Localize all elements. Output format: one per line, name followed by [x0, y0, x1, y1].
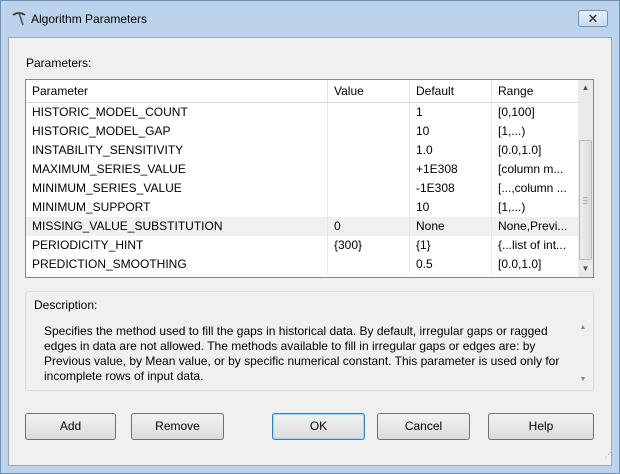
grip-icon: – – – — [583, 193, 588, 208]
value-cell[interactable]: 0 — [328, 217, 410, 236]
parameter-cell: MAXIMUM_SERIES_VALUE — [26, 160, 328, 179]
close-button[interactable]: ✕ — [578, 10, 608, 27]
value-cell[interactable]: {300} — [328, 236, 410, 255]
parameter-cell: MINIMUM_SERIES_VALUE — [26, 179, 328, 198]
value-cell[interactable] — [328, 179, 410, 198]
grid-header: Parameter Value Default Range — [26, 80, 578, 103]
scroll-up-arrow-icon[interactable]: ▲ — [578, 80, 593, 96]
parameter-cell: PREDICTION_SMOOTHING — [26, 255, 328, 274]
table-row[interactable]: PERIODICITY_HINT {300} {1} {...list of i… — [26, 236, 578, 255]
table-row-selected[interactable]: MISSING_VALUE_SUBSTITUTION 0 None None,P… — [26, 217, 578, 236]
default-cell: 1 — [410, 103, 492, 122]
column-header-range[interactable]: Range — [492, 80, 578, 102]
parameter-cell: HISTORIC_MODEL_COUNT — [26, 103, 328, 122]
table-row[interactable]: HISTORIC_MODEL_COUNT 1 [0,100] — [26, 103, 578, 122]
range-cell: {...list of int... — [498, 238, 567, 252]
value-cell[interactable] — [328, 103, 410, 122]
table-row[interactable]: MAXIMUM_SERIES_VALUE +1E308 [column m... — [26, 160, 578, 179]
description-text: Specifies the method used to fill the ga… — [44, 324, 560, 383]
default-cell: 10 — [410, 122, 492, 141]
default-cell: +1E308 — [410, 160, 492, 179]
range-cell: [0.0,1.0] — [498, 143, 542, 157]
grid-vertical-scrollbar[interactable]: ▲ – – – ▼ — [578, 80, 593, 277]
resize-grip-icon[interactable]: ⋰ — [605, 452, 615, 464]
description-scrollbar[interactable]: ▲ ▼ — [578, 324, 588, 386]
parameter-cell: MINIMUM_SUPPORT — [26, 198, 328, 217]
value-cell[interactable] — [328, 198, 410, 217]
pickaxe-icon — [12, 12, 26, 26]
range-cell: [column m... — [498, 162, 564, 176]
parameter-cell: HISTORIC_MODEL_GAP — [26, 122, 328, 141]
parameter-cell: MISSING_VALUE_SUBSTITUTION — [26, 217, 328, 236]
table-row[interactable]: MINIMUM_SUPPORT 10 [1,...) — [26, 198, 578, 217]
close-icon: ✕ — [587, 11, 599, 26]
default-cell: 10 — [410, 198, 492, 217]
default-cell: None — [410, 217, 492, 236]
add-button[interactable]: Add — [25, 413, 116, 440]
grid-rows: HISTORIC_MODEL_COUNT 1 [0,100] HISTORIC_… — [26, 103, 578, 274]
help-button[interactable]: Help — [488, 413, 594, 440]
description-label: Description: — [34, 298, 98, 312]
remove-button[interactable]: Remove — [131, 413, 224, 440]
table-row[interactable]: MINIMUM_SERIES_VALUE -1E308 [...,column … — [26, 179, 578, 198]
ok-button[interactable]: OK — [272, 413, 365, 440]
default-cell: -1E308 — [410, 179, 492, 198]
range-cell: [...,column ... — [498, 181, 567, 195]
value-cell[interactable] — [328, 255, 410, 274]
column-header-parameter[interactable]: Parameter — [26, 80, 328, 102]
scroll-up-arrow-icon[interactable]: ▲ — [578, 324, 588, 331]
range-cell: [1,...) — [498, 124, 526, 138]
table-row[interactable]: INSTABILITY_SENSITIVITY 1.0 [0.0,1.0] — [26, 141, 578, 160]
title-bar[interactable]: Algorithm Parameters ✕ — [1, 1, 619, 37]
scroll-down-arrow-icon[interactable]: ▼ — [578, 376, 588, 383]
window-title: Algorithm Parameters — [31, 12, 148, 26]
default-cell: {1} — [410, 236, 492, 255]
parameters-grid[interactable]: Parameter Value Default Range HISTORIC_M… — [25, 79, 594, 278]
scrollbar-thumb[interactable]: – – – — [579, 140, 592, 260]
default-cell: 0.5 — [410, 255, 492, 274]
range-cell: [1,...) — [498, 200, 526, 214]
range-cell: [0,100] — [498, 105, 535, 119]
default-cell: 1.0 — [410, 141, 492, 160]
cancel-button[interactable]: Cancel — [377, 413, 470, 440]
range-cell: None,Previ... — [498, 219, 568, 233]
algorithm-parameters-dialog: Algorithm Parameters ✕ Parameters: Param… — [0, 0, 620, 474]
table-row[interactable]: PREDICTION_SMOOTHING 0.5 [0.0,1.0] — [26, 255, 578, 274]
table-row[interactable]: HISTORIC_MODEL_GAP 10 [1,...) — [26, 122, 578, 141]
value-cell[interactable] — [328, 122, 410, 141]
column-header-value[interactable]: Value — [328, 80, 410, 102]
value-cell[interactable] — [328, 141, 410, 160]
parameter-cell: PERIODICITY_HINT — [26, 236, 328, 255]
parameter-cell: INSTABILITY_SENSITIVITY — [26, 141, 328, 160]
column-header-default[interactable]: Default — [410, 80, 492, 102]
dialog-body: Parameters: Parameter Value Default Rang… — [8, 37, 612, 466]
value-cell[interactable] — [328, 160, 410, 179]
scroll-down-arrow-icon[interactable]: ▼ — [578, 261, 593, 277]
parameters-label: Parameters: — [26, 56, 92, 70]
description-group: Description: Specifies the method used t… — [25, 291, 594, 391]
range-cell: [0.0,1.0] — [498, 257, 542, 271]
